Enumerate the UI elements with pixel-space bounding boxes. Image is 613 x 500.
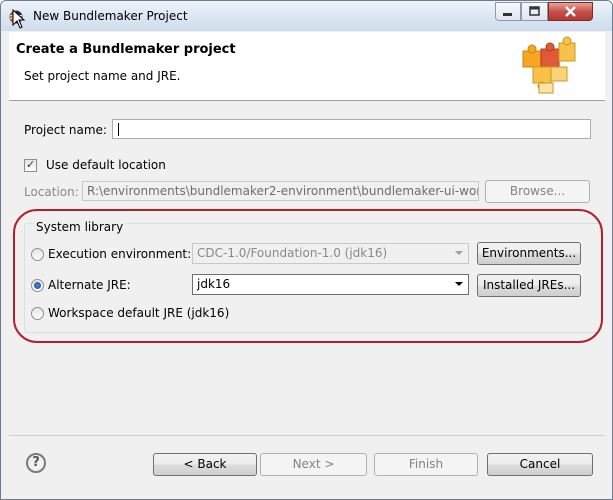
dialog-window: New Bundlemaker Project Create a Bundlem… — [0, 0, 613, 500]
project-name-label: Project name: — [24, 123, 107, 137]
checkmark-icon: ✓ — [26, 158, 36, 171]
back-button[interactable]: < Back — [153, 453, 257, 476]
minimize-button[interactable] — [495, 2, 521, 21]
next-button[interactable]: Next > — [260, 453, 367, 476]
help-icon[interactable]: ? — [26, 453, 46, 473]
mouse-cursor-icon — [12, 9, 26, 29]
close-button[interactable] — [548, 2, 593, 21]
browse-button[interactable]: Browse... — [485, 180, 590, 203]
wizard-header: Create a Bundlemaker project Set project… — [9, 32, 605, 101]
window-title: New Bundlemaker Project — [33, 9, 188, 23]
close-icon — [565, 6, 576, 17]
page-description: Set project name and JRE. — [24, 69, 181, 83]
highlight-annotation — [13, 209, 603, 343]
puzzle-banner-icon — [522, 36, 576, 94]
text-caret — [118, 123, 119, 136]
page-title: Create a Bundlemaker project — [16, 42, 236, 57]
location-label: Location: — [24, 185, 79, 199]
maximize-icon — [529, 6, 540, 16]
maximize-button[interactable] — [521, 2, 548, 21]
location-input[interactable]: R:\environments\bundlemaker2-environment… — [82, 181, 479, 201]
footer-separator — [9, 435, 605, 436]
use-default-location-checkbox[interactable]: ✓ — [24, 158, 37, 172]
title-bar[interactable]: New Bundlemaker Project — [1, 1, 612, 31]
finish-button[interactable]: Finish — [374, 453, 478, 476]
minimize-icon — [503, 13, 512, 16]
use-default-location-label[interactable]: Use default location — [46, 158, 166, 172]
cancel-button[interactable]: Cancel — [487, 453, 593, 476]
project-name-input[interactable] — [112, 119, 591, 139]
